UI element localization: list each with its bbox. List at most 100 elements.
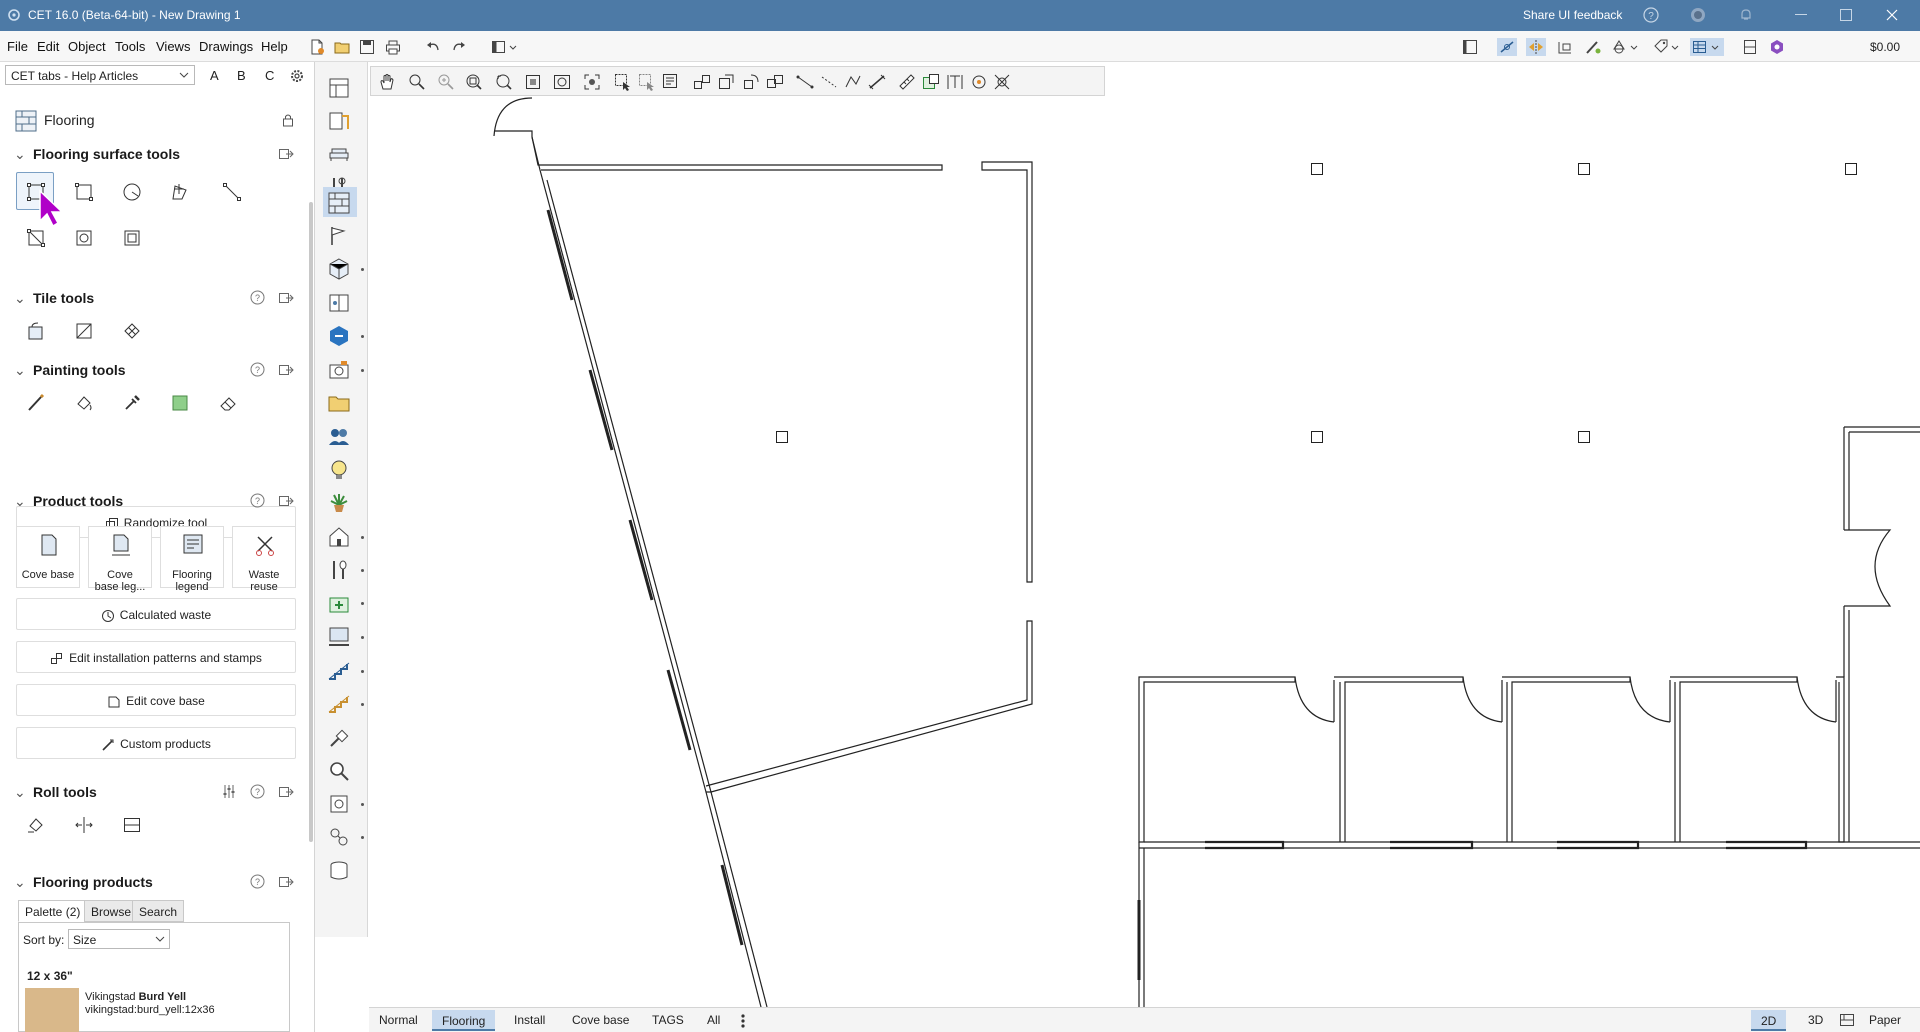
minimize-icon[interactable] xyxy=(1795,14,1807,16)
notification-bell-icon[interactable] xyxy=(1738,7,1754,23)
menu-views[interactable]: Views xyxy=(156,39,190,54)
menu-help[interactable]: Help xyxy=(261,39,288,54)
brush-tool[interactable] xyxy=(16,383,54,421)
flag-icon[interactable] xyxy=(327,224,351,248)
section-header-product[interactable]: ⌄ Product tools xyxy=(14,493,123,510)
align-icon[interactable] xyxy=(692,72,712,92)
help-icon[interactable]: ? xyxy=(250,874,265,889)
sketchup-icon[interactable] xyxy=(327,324,351,348)
open-folder-icon[interactable] xyxy=(333,38,351,56)
search-icon[interactable] xyxy=(327,759,351,783)
camera-icon[interactable] xyxy=(327,358,351,382)
tab-button-a[interactable]: A xyxy=(210,68,219,83)
help-icon[interactable]: ? xyxy=(250,290,265,305)
materials-icon[interactable] xyxy=(327,257,351,281)
redo-icon[interactable] xyxy=(450,38,468,56)
view-2d-button[interactable]: 2D xyxy=(1751,1010,1787,1031)
menu-tools[interactable]: Tools xyxy=(115,39,145,54)
tab-cove-base[interactable]: Cove base xyxy=(572,1013,629,1027)
medical-kit-icon[interactable] xyxy=(327,591,351,615)
freeform-surface-tool[interactable] xyxy=(160,172,198,210)
polyline-icon[interactable] xyxy=(843,72,863,92)
help-icon[interactable]: ? xyxy=(250,362,265,377)
flooring-category-icon[interactable] xyxy=(327,191,351,215)
zoom-extents-icon[interactable] xyxy=(494,72,514,92)
corner-snap-icon[interactable] xyxy=(1555,38,1575,56)
focus-icon[interactable] xyxy=(582,72,602,92)
zoom-selection-icon[interactable] xyxy=(523,72,543,92)
zoom-in-icon[interactable] xyxy=(436,72,456,92)
tab-all[interactable]: All xyxy=(707,1013,720,1027)
packages-icon[interactable] xyxy=(327,792,351,816)
detach-section-icon[interactable] xyxy=(278,785,294,799)
computer-icon[interactable] xyxy=(327,625,351,649)
tab-tags[interactable]: TAGS xyxy=(652,1013,684,1027)
furniture-icon[interactable] xyxy=(327,142,351,166)
split-view-icon[interactable] xyxy=(1839,1013,1855,1027)
help-icon[interactable]: ? xyxy=(250,784,265,799)
custom-products-button[interactable]: Custom products xyxy=(16,727,296,759)
zoom-window-icon[interactable] xyxy=(464,72,484,92)
settings-sliders-icon[interactable] xyxy=(221,784,237,799)
eraser-tool[interactable] xyxy=(208,383,246,421)
cut-tile-tool[interactable] xyxy=(64,311,102,349)
share-feedback-link[interactable]: Share UI feedback xyxy=(1523,8,1622,22)
view-paper-button[interactable]: Paper xyxy=(1869,1013,1901,1027)
lightbulb-icon[interactable] xyxy=(327,458,351,482)
tab-search[interactable]: Search xyxy=(132,900,185,922)
pick-material-tool[interactable] xyxy=(112,383,150,421)
menu-drawings[interactable]: Drawings xyxy=(199,39,253,54)
shape-dropdown-icon[interactable] xyxy=(1611,38,1641,56)
roll-split-tool[interactable] xyxy=(112,805,150,843)
catalog-icon[interactable] xyxy=(327,291,351,315)
calculated-waste-button[interactable]: Calculated waste xyxy=(16,598,296,630)
section-header-surface[interactable]: ⌄ Flooring surface tools xyxy=(14,146,180,163)
kitchen-tools-icon[interactable] xyxy=(327,558,351,582)
cancel-tool-icon[interactable] xyxy=(992,72,1012,92)
tile-pattern-tool[interactable] xyxy=(112,311,150,349)
edit-cove-base-button[interactable]: Edit cove base xyxy=(16,684,296,716)
tab-button-b[interactable]: B xyxy=(237,68,246,83)
fill-tool[interactable] xyxy=(64,383,102,421)
inner-surface-tool[interactable] xyxy=(64,218,102,256)
section-header-painting[interactable]: ⌄ Painting tools xyxy=(14,362,126,379)
material-swatch-tool[interactable] xyxy=(160,383,198,421)
detach-section-icon[interactable] xyxy=(278,291,294,305)
save-icon[interactable] xyxy=(358,38,376,56)
house-icon[interactable] xyxy=(327,525,351,549)
select-group-icon[interactable] xyxy=(661,72,681,92)
extension-hex-icon[interactable] xyxy=(1767,38,1787,56)
layers-dropdown-icon[interactable] xyxy=(1690,38,1724,56)
section-header-roll[interactable]: ⌄ Roll tools xyxy=(14,784,97,801)
product-swatch[interactable] xyxy=(25,988,79,1032)
tab-selector-dropdown[interactable]: CET tabs - Help Articles xyxy=(5,65,195,85)
stairs-icon[interactable] xyxy=(327,659,351,683)
stretch-icon[interactable] xyxy=(716,72,736,92)
menu-file[interactable]: File xyxy=(7,39,28,54)
edit-patterns-button[interactable]: Edit installation patterns and stamps xyxy=(16,641,296,673)
new-file-icon[interactable] xyxy=(308,38,326,56)
waste-reuse-tool[interactable]: Waste reuse xyxy=(232,526,296,593)
user-avatar-icon[interactable] xyxy=(1690,7,1706,23)
tag-dropdown-icon[interactable] xyxy=(1652,38,1682,56)
coffee-cup-icon[interactable] xyxy=(327,859,351,883)
rooms-icon[interactable] xyxy=(327,108,351,132)
page-view-icon[interactable] xyxy=(1460,38,1480,56)
roll-fill-tool[interactable] xyxy=(16,805,54,843)
circle-surface-tool[interactable] xyxy=(112,172,150,210)
detach-section-icon[interactable] xyxy=(278,494,294,508)
zoom-all-icon[interactable] xyxy=(552,72,572,92)
rotate-group-icon[interactable] xyxy=(741,72,761,92)
snap-toggle-icon[interactable] xyxy=(1497,38,1517,56)
help-icon[interactable]: ? xyxy=(1643,7,1659,23)
close-icon[interactable] xyxy=(1886,9,1898,21)
tab-button-c[interactable]: C xyxy=(265,68,274,83)
offset-surface-tool[interactable] xyxy=(112,218,150,256)
line-icon[interactable] xyxy=(795,72,815,92)
rotate-tile-tool[interactable] xyxy=(16,311,54,349)
help-icon[interactable]: ? xyxy=(250,493,265,508)
mirror-toggle-icon[interactable] xyxy=(1526,38,1546,56)
dashed-line-icon[interactable] xyxy=(819,72,839,92)
measure-ruler-icon[interactable] xyxy=(897,72,917,92)
panel-scrollbar[interactable] xyxy=(309,202,313,842)
